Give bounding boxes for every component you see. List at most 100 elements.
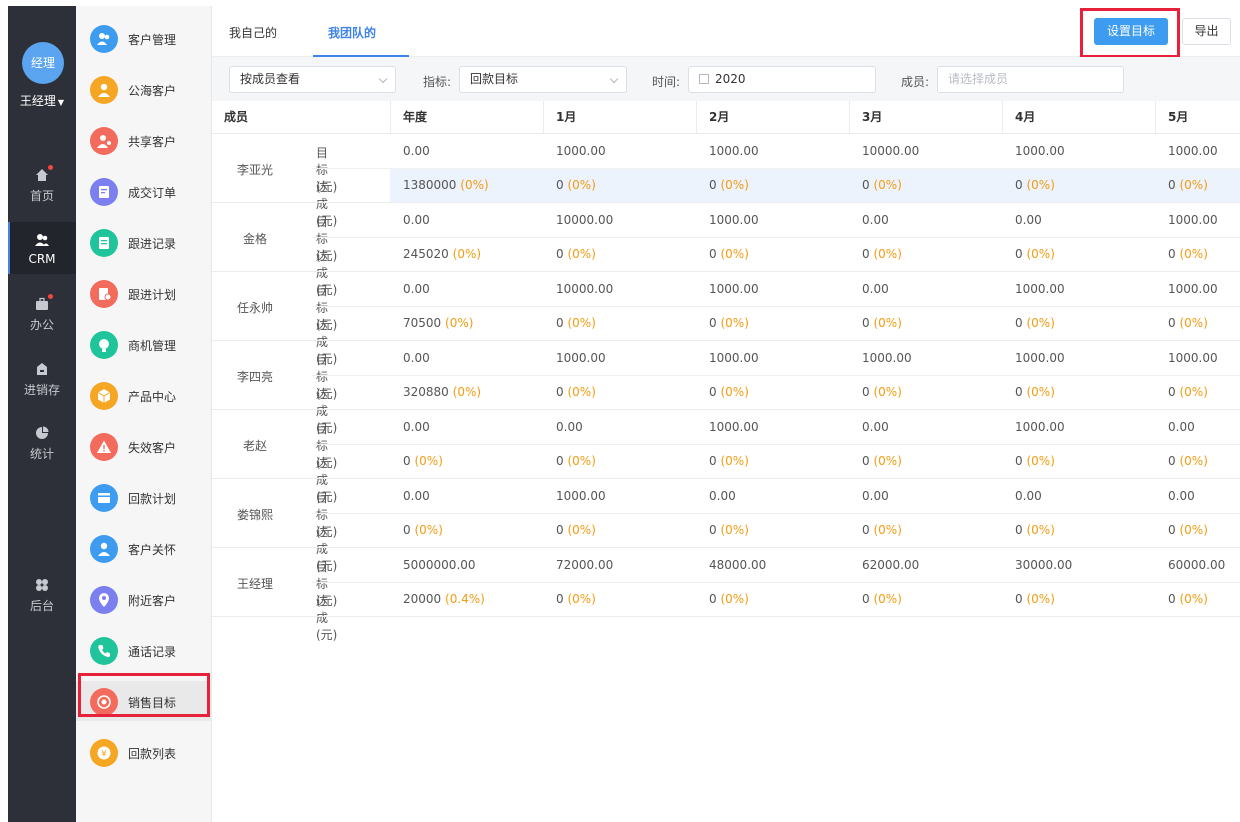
group-divider [212, 271, 1240, 272]
target-cell: 1000.00 [709, 213, 759, 227]
achieved-cell: 0 (0%) [556, 178, 596, 192]
care-icon [90, 535, 118, 563]
achieved-percent: (0%) [1179, 592, 1208, 606]
target-cell: 0.00 [403, 420, 430, 434]
sidebar-item-6[interactable]: 商机管理 [76, 324, 212, 364]
row-divider [312, 168, 1240, 169]
target-cell: 1000.00 [1168, 144, 1218, 158]
row-divider [312, 375, 1240, 376]
target-cell: 1000.00 [1015, 144, 1065, 158]
member-name: 李四亮 [236, 370, 273, 384]
column-header: 成员 [224, 110, 249, 124]
rail-item-2[interactable]: 办公 [8, 294, 76, 333]
sidebar-item-11[interactable]: 附近客户 [76, 579, 212, 619]
sidebar-item-7[interactable]: 产品中心 [76, 375, 212, 415]
achieved-percent: (0%) [567, 523, 596, 537]
achieved-amount: 0 [709, 385, 717, 399]
rail-item-label: 进销存 [23, 383, 60, 397]
target-cell: 1000.00 [556, 351, 606, 365]
achieved-amount: 0 [1015, 523, 1023, 537]
tab-team[interactable]: 我团队的 [328, 24, 376, 41]
achieved-percent: (0%) [1179, 247, 1208, 261]
achieved-percent: (0%) [1179, 523, 1208, 537]
sidebar-item-8[interactable]: 失效客户 [76, 426, 212, 466]
achieved-percent: (0%) [452, 385, 482, 399]
achieved-percent: (0%) [1179, 178, 1208, 192]
achieved-percent: (0%) [567, 178, 596, 192]
member-name: 老赵 [242, 439, 267, 453]
achieved-percent: (0%) [720, 385, 749, 399]
achieved-amount: 0 [1015, 178, 1023, 192]
achieved-amount: 0 [1015, 454, 1023, 468]
achieved-amount: 0 [1015, 316, 1023, 330]
achieved-cell: 0 (0%) [1168, 454, 1208, 468]
sidebar-item-10[interactable]: 客户关怀 [76, 528, 212, 568]
view-by-select[interactable]: 按成员查看 [229, 66, 396, 93]
target-cell: 1000.00 [709, 144, 759, 158]
target-cell: 72000.00 [556, 558, 614, 572]
achieved-cell: 0 (0%) [1015, 247, 1055, 261]
sidebar-item-4[interactable]: 跟进记录 [76, 222, 212, 262]
sidebar-item-2[interactable]: 共享客户 [76, 120, 212, 160]
achieved-amount: 0 [1168, 178, 1176, 192]
achieved-cell: 0 (0%) [709, 178, 749, 192]
achieved-amount: 0 [862, 523, 870, 537]
sidebar-item-5[interactable]: 跟进计划 [76, 273, 212, 313]
target-cell: 1000.00 [556, 489, 606, 503]
achieved-amount: 0 [1168, 316, 1176, 330]
sidebar-item-1[interactable]: 公海客户 [76, 69, 212, 109]
achieved-amount: 0 [1015, 385, 1023, 399]
target-cell: 1000.00 [1015, 420, 1065, 434]
achieved-amount: 0 [403, 523, 411, 537]
group-divider [212, 616, 1240, 617]
achieved-cell: 0 (0%) [862, 592, 902, 606]
avatar[interactable]: 经理 [22, 42, 64, 84]
rail-item-4[interactable]: 统计 [8, 426, 76, 462]
target-cell: 0.00 [709, 489, 736, 503]
rail-item-3[interactable]: 进销存 [8, 362, 76, 398]
tab-mine[interactable]: 我自己的 [229, 24, 277, 41]
indicator-select[interactable]: 回款目标 [459, 66, 627, 93]
achieved-cell: 0 (0%) [1015, 454, 1055, 468]
sidebar-item-14[interactable]: ¥ 回款列表 [76, 732, 212, 772]
rail-item-label: 办公 [29, 318, 54, 332]
time-picker[interactable]: 2020 [688, 66, 876, 93]
achieved-percent: (0%) [567, 592, 596, 606]
achieved-cell: 0 (0%) [709, 247, 749, 261]
achieved-cell: 0 (0%) [1015, 385, 1055, 399]
achieved-percent: (0.4%) [445, 592, 485, 606]
member-label: 成员: [901, 75, 930, 89]
achieved-amount: 20000 [403, 592, 442, 606]
column-divider [390, 101, 391, 134]
order-icon [90, 178, 118, 206]
achieved-cell: 0 (0%) [862, 385, 902, 399]
achieved-amount: 0 [709, 316, 717, 330]
sidebar-item-label: 跟进计划 [128, 288, 177, 302]
view-by-value: 按成员查看 [240, 72, 301, 86]
column-divider [696, 101, 697, 134]
achieved-amount: 320880 [403, 385, 449, 399]
sidebar-item-label: 通话记录 [128, 645, 177, 659]
member-select[interactable]: 请选择成员 [937, 66, 1124, 93]
achieved-percent: (0%) [445, 316, 474, 330]
rail-item-5[interactable]: 后台 [8, 578, 76, 614]
sidebar-item-label: 公海客户 [128, 84, 177, 98]
rail-item-1[interactable]: CRM [8, 222, 76, 274]
rail-item-0[interactable]: 首页 [8, 165, 76, 204]
target-cell: 0.00 [862, 282, 889, 296]
tab-bar: 我自己的 我团队的 设置目标 导出 [212, 6, 1240, 58]
target-cell: 0.00 [403, 144, 430, 158]
settings-grid-icon [35, 578, 49, 592]
export-button[interactable]: 导出 [1182, 18, 1231, 45]
target-cell: 60000.00 [1168, 558, 1226, 572]
group-divider [212, 340, 1240, 341]
achieved-percent: (0%) [873, 385, 902, 399]
sidebar-item-12[interactable]: 通话记录 [76, 630, 212, 670]
sidebar-item-3[interactable]: 成交订单 [76, 171, 212, 211]
sidebar-item-label: 共享客户 [128, 135, 177, 149]
sidebar-item-0[interactable]: 客户管理 [76, 18, 212, 58]
sidebar-item-9[interactable]: 回款计划 [76, 477, 212, 517]
achieved-percent: (0%) [567, 316, 596, 330]
achieved-cell: 0 (0%) [709, 385, 749, 399]
user-menu[interactable]: 王经理 ▼ [8, 92, 76, 109]
